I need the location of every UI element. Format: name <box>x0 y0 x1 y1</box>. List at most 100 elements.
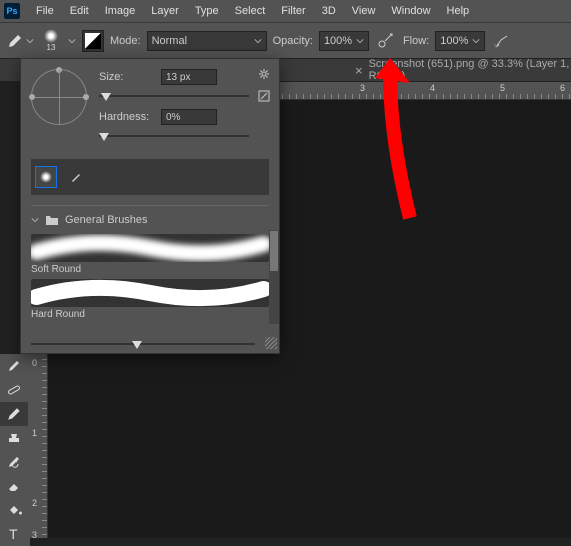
brush-name: Soft Round <box>31 264 269 275</box>
brush-size-label: 13 <box>47 43 56 52</box>
menu-file[interactable]: File <box>28 5 62 17</box>
pencil-brush-icon <box>69 170 83 184</box>
brush-angle-control[interactable] <box>31 69 87 125</box>
airbrush-icon <box>493 32 511 50</box>
folder-icon <box>45 214 59 226</box>
soft-brush-icon <box>40 171 52 183</box>
type-tool[interactable]: T <box>0 522 28 546</box>
gear-icon[interactable] <box>257 67 271 81</box>
brush-swatch[interactable] <box>35 166 57 188</box>
new-brush-icon[interactable] <box>257 89 271 103</box>
document-tab-title[interactable]: Screenshot (651).png @ 33.3% (Layer 1, R… <box>369 58 571 82</box>
eraser-tool[interactable] <box>0 474 28 498</box>
opacity-dropdown[interactable]: 100% <box>319 31 369 51</box>
folder-label: General Brushes <box>65 214 148 226</box>
panel-bottom <box>21 335 279 353</box>
brush-list: Soft Round Hard Round <box>21 230 279 324</box>
brush-icon <box>6 406 22 422</box>
opacity-label: Opacity: <box>273 35 313 47</box>
clone-stamp-tool[interactable] <box>0 426 28 450</box>
ruler-tick: 3 <box>32 530 37 538</box>
hardness-slider[interactable] <box>99 129 249 143</box>
pressure-opacity-button[interactable] <box>375 30 397 52</box>
brush-preset-panel: Size: 13 px Hardness: 0% General Brushes <box>20 58 280 354</box>
menu-image[interactable]: Image <box>97 5 144 17</box>
history-brush-tool[interactable] <box>0 450 28 474</box>
menu-select[interactable]: Select <box>227 5 274 17</box>
divider <box>31 205 269 206</box>
app-logo: Ps <box>4 3 20 19</box>
menu-view[interactable]: View <box>344 5 384 17</box>
menu-layer[interactable]: Layer <box>143 5 187 17</box>
slider-thumb[interactable] <box>101 93 111 101</box>
resize-handle[interactable] <box>265 337 277 349</box>
flow-label: Flow: <box>403 35 429 47</box>
slider-thumb[interactable] <box>132 341 142 349</box>
brush-swatch-row <box>31 159 269 195</box>
chevron-down-icon <box>254 37 262 45</box>
blend-mode-value: Normal <box>152 35 187 47</box>
pressure-opacity-icon <box>377 32 395 50</box>
bandaid-icon <box>6 382 22 398</box>
brush-panel-toggle[interactable] <box>82 30 104 52</box>
text-icon: T <box>6 526 22 542</box>
bucket-icon <box>6 502 22 518</box>
eyedropper-icon <box>6 358 22 374</box>
chevron-down-icon <box>31 216 39 224</box>
ruler-tick: 0 <box>32 358 37 368</box>
angle-handle[interactable] <box>29 94 35 100</box>
options-bar: 13 Mode: Normal Opacity: 100% Flow: 100% <box>0 22 571 58</box>
ruler-tick: 2 <box>32 498 37 508</box>
eyedropper-tool[interactable] <box>0 354 28 378</box>
tool-preset-picker[interactable] <box>6 32 34 50</box>
eraser-icon <box>6 478 22 494</box>
chevron-down-icon <box>26 37 34 45</box>
brush-folder[interactable]: General Brushes <box>21 210 279 230</box>
brush-tool-icon <box>6 32 24 50</box>
stamp-icon <box>6 430 22 446</box>
airbrush-button[interactable] <box>491 30 513 52</box>
spot-heal-tool[interactable] <box>0 378 28 402</box>
menu-help[interactable]: Help <box>439 5 478 17</box>
brush-swatch[interactable] <box>65 166 87 188</box>
brush-name: Hard Round <box>31 309 269 320</box>
menu-edit[interactable]: Edit <box>62 5 97 17</box>
chevron-down-icon <box>356 37 364 45</box>
ruler-tick: 1 <box>32 428 37 438</box>
preview-size-slider[interactable] <box>31 337 255 351</box>
brush-stroke-preview <box>31 234 269 262</box>
menu-3d[interactable]: 3D <box>314 5 344 17</box>
flow-dropdown[interactable]: 100% <box>435 31 485 51</box>
menu-type[interactable]: Type <box>187 5 227 17</box>
size-input[interactable]: 13 px <box>161 69 217 85</box>
size-slider[interactable] <box>99 89 249 103</box>
angle-arrow[interactable] <box>56 67 62 73</box>
menu-filter[interactable]: Filter <box>273 5 313 17</box>
brush-stroke-preview <box>31 279 269 307</box>
menu-bar: Ps File Edit Image Layer Type Select Fil… <box>0 0 571 22</box>
chevron-down-icon[interactable] <box>68 37 76 45</box>
hardness-input[interactable]: 0% <box>161 109 217 125</box>
brush-tool[interactable] <box>0 402 28 426</box>
brush-preview-dot <box>44 29 58 43</box>
slider-thumb[interactable] <box>99 133 109 141</box>
hardness-label: Hardness: <box>99 111 153 123</box>
tab-close-button[interactable]: × <box>355 63 363 78</box>
brush-preset[interactable]: Soft Round <box>31 234 269 275</box>
brush-settings-icon <box>85 33 101 49</box>
scrollbar-thumb[interactable] <box>270 231 278 271</box>
blend-mode-dropdown[interactable]: Normal <box>147 31 267 51</box>
scrollbar[interactable] <box>269 230 279 324</box>
gradient-tool[interactable] <box>0 498 28 522</box>
ruler-tick: 4 <box>430 83 435 93</box>
flow-value: 100% <box>440 35 468 47</box>
menu-window[interactable]: Window <box>383 5 438 17</box>
svg-text:T: T <box>9 526 18 542</box>
brush-preset[interactable]: Hard Round <box>31 279 269 320</box>
size-label: Size: <box>99 71 153 83</box>
ruler-tick: 3 <box>360 83 365 93</box>
angle-handle[interactable] <box>83 94 89 100</box>
brush-preset-picker[interactable]: 13 <box>40 29 62 52</box>
ruler-tick: 6 <box>560 83 565 93</box>
ruler-tick: 5 <box>500 83 505 93</box>
